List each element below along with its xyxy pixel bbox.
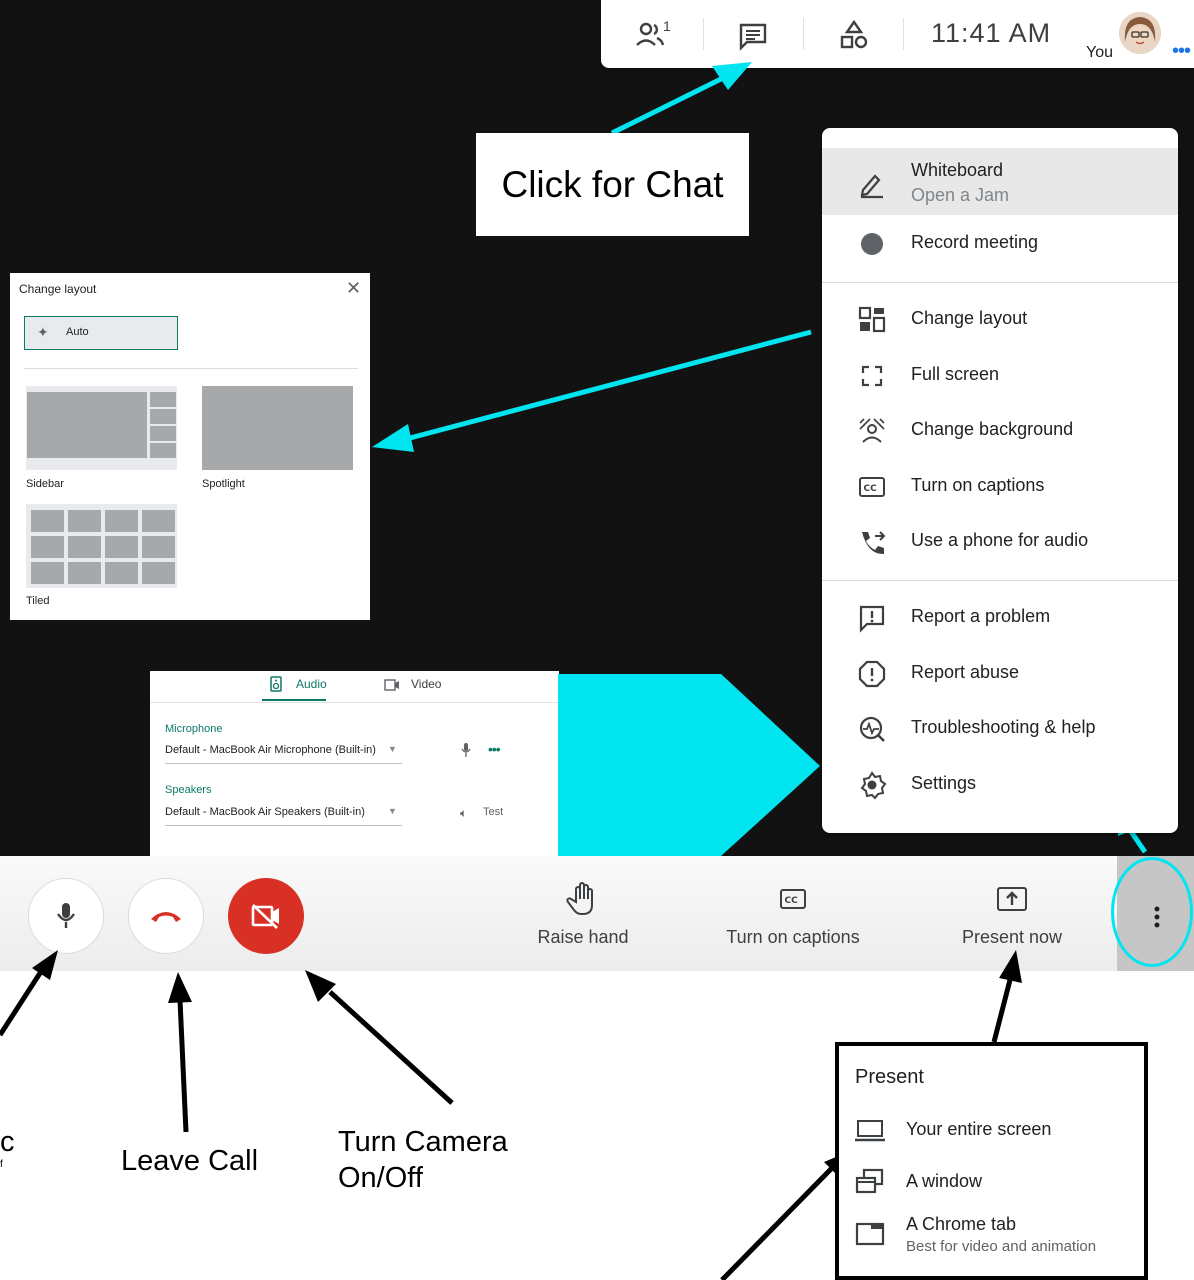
annotation-camera: On/Off: [338, 1162, 423, 1194]
present-option-label: A window: [906, 1171, 983, 1191]
present-menu-title: Present: [855, 1066, 924, 1088]
tab-icon: [855, 1222, 885, 1246]
window-icon: [855, 1168, 884, 1194]
present-option-label: A Chrome tab: [906, 1214, 1017, 1234]
annotation-leave-call: Leave Call: [121, 1145, 259, 1177]
annotation-mic-partial: f: [0, 1159, 3, 1170]
present-option-sublabel: Best for video and animation: [906, 1238, 1097, 1255]
present-option-label: Your entire screen: [906, 1119, 1052, 1139]
laptop-icon: [855, 1120, 885, 1142]
present-menu: Present Your entire screen A window A Ch…: [835, 1042, 1148, 1280]
present-entire-screen[interactable]: Your entire screen: [855, 1118, 1135, 1148]
annotation-mic-partial: c: [0, 1126, 15, 1158]
present-window[interactable]: A window: [855, 1168, 1135, 1198]
annotation-camera: Turn Camera: [338, 1126, 508, 1158]
present-chrome-tab[interactable]: A Chrome tab Best for video and animatio…: [855, 1214, 1135, 1258]
